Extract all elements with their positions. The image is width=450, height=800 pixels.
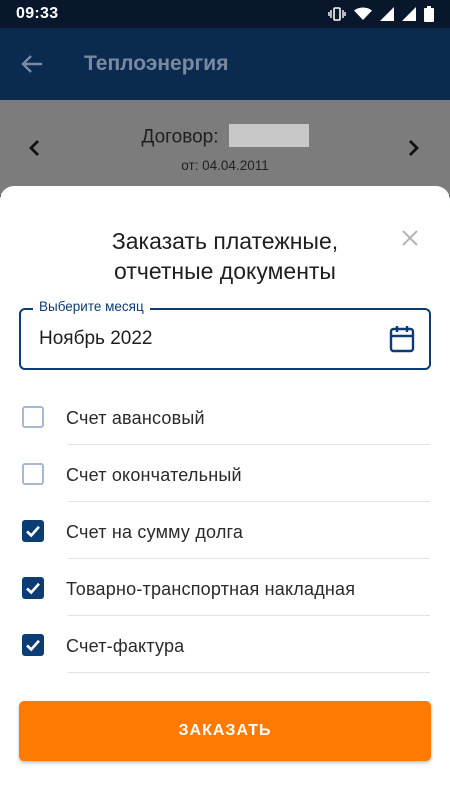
document-checkbox-row[interactable]: Счет авансовый [0, 388, 450, 445]
status-time: 09:33 [16, 5, 59, 22]
contract-label: Договор: [141, 126, 219, 148]
vibrate-icon [328, 7, 346, 21]
sheet-title-line2: отчетные документы [114, 258, 336, 284]
checkmark-icon [26, 639, 40, 652]
document-checkbox-row[interactable]: Счет окончательный [0, 445, 450, 502]
close-button[interactable] [400, 228, 420, 248]
contract-line: Договор: [0, 124, 450, 149]
wifi-icon [354, 7, 372, 21]
document-checkbox-row[interactable]: Счет-фактура [0, 616, 450, 673]
document-checkbox-row[interactable]: Счет на сумму долга [0, 502, 450, 559]
document-label: Счет авансовый [66, 408, 205, 428]
order-documents-sheet: Заказать платежные, отчетные документы В… [0, 186, 450, 800]
app-title: Теплоэнергия [84, 52, 229, 75]
signal-icon [402, 7, 416, 21]
close-icon [402, 230, 418, 246]
checkbox-checked[interactable] [22, 634, 44, 656]
document-label: Счет-фактура [66, 636, 185, 656]
arrow-left-icon [21, 55, 42, 73]
next-contract-button[interactable] [402, 136, 426, 160]
battery-icon [424, 6, 434, 22]
app-bar: Теплоэнергия [0, 28, 450, 100]
checkmark-icon [26, 582, 40, 595]
checkmark-icon [26, 525, 40, 538]
checkbox-unchecked[interactable] [22, 406, 44, 428]
checkbox-checked[interactable] [22, 577, 44, 599]
sheet-title-line1: Заказать платежные, [111, 228, 339, 254]
month-picker-field[interactable]: Выберите месяц Ноябрь 2022 [19, 299, 431, 370]
chevron-right-icon [409, 140, 419, 156]
row-divider [68, 672, 430, 673]
document-label: Товарно-транспортная накладная [66, 579, 356, 599]
back-button[interactable] [0, 28, 64, 100]
contract-number-redacted [228, 124, 309, 147]
sheet-title: Заказать платежные, отчетные документы [60, 226, 390, 286]
document-checkbox-row[interactable]: Товарно-транспортная накладная [0, 559, 450, 616]
status-icons [328, 6, 434, 22]
document-label: Счет на сумму долга [66, 522, 244, 542]
signal-icon [380, 7, 394, 21]
contract-header: Договор: от: 04.04.2011 [0, 100, 450, 195]
checkbox-checked[interactable] [22, 520, 44, 542]
contract-date: от: 04.04.2011 [181, 158, 269, 173]
checkbox-unchecked[interactable] [22, 463, 44, 485]
month-field-value: Ноябрь 2022 [39, 328, 153, 349]
month-field-label: Выберите месяц [33, 299, 150, 314]
status-bar: 09:33 [0, 0, 450, 28]
documents-checklist: Счет авансовый Счет окончательный Счет на … [0, 388, 450, 673]
document-label: Счет окончательный [66, 465, 242, 485]
order-button[interactable]: ЗАКАЗАТЬ [19, 701, 431, 761]
calendar-icon[interactable] [389, 325, 415, 353]
